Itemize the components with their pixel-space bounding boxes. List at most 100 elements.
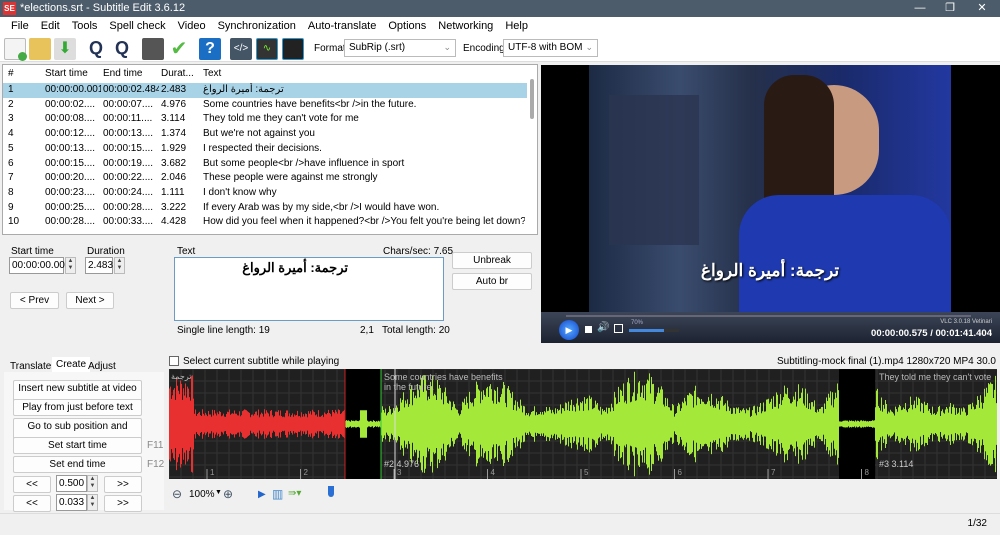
zoom-out-icon[interactable]: ⊖ — [172, 487, 182, 501]
table-row-cell: 00:00:25.... — [45, 201, 96, 213]
back-small-step-button[interactable]: << — [13, 495, 51, 512]
status-bar: 1/32 — [0, 513, 1000, 535]
start-time-spinner[interactable]: ▲ ▼ — [65, 257, 76, 274]
video-frame: ترجمة: أميرة الرواغ — [589, 65, 951, 312]
menu-options[interactable]: Options — [377, 17, 426, 35]
table-row[interactable]: 6 00:00:15.... 00:00:19.... 3.682 But some p… — [3, 157, 527, 172]
time-tick-label: 8 — [864, 468, 869, 477]
seek-bar[interactable] — [566, 315, 971, 317]
duration-spinner[interactable]: ▲ ▼ — [114, 257, 125, 274]
next-button[interactable]: Next > — [66, 292, 114, 309]
waveform-toggle-icon[interactable]: ∿ — [256, 38, 278, 60]
subtitle-text-input[interactable]: ترجمة: أميرة الرواغ — [174, 257, 444, 321]
encoding-label: Encoding — [463, 43, 505, 54]
audio-waveform[interactable]: ترجمة Some countries have benefits in th… — [169, 369, 997, 479]
table-row-cell: 00:00:23.... — [45, 186, 96, 198]
table-row-cell: If every Arab was by my side,<br />I wou… — [203, 201, 440, 213]
back-step-button[interactable]: << — [13, 476, 51, 493]
select-current-checkbox[interactable] — [169, 356, 179, 366]
tab-translate[interactable]: Translate — [10, 361, 51, 372]
grid-header-cell: # — [8, 68, 14, 79]
menu-video[interactable]: Video — [167, 17, 206, 35]
menu-synchronization[interactable]: Synchronization — [207, 17, 296, 35]
encoding-select[interactable]: UTF-8 with BOM ⌄ — [503, 39, 598, 57]
table-row-cell: 00:00:08.... — [45, 113, 96, 125]
open-icon[interactable] — [29, 38, 51, 60]
chevron-down-icon[interactable]: ▼ — [215, 489, 222, 496]
volume-slider[interactable] — [629, 329, 679, 332]
tab-adjust[interactable]: Adjust — [88, 361, 116, 372]
unbreak-button[interactable]: Unbreak — [452, 252, 532, 269]
table-row[interactable]: 5 00:00:13.... 00:00:15.... 1.929 I respecte… — [3, 142, 527, 157]
volume-icon[interactable]: 🔊 — [597, 322, 609, 333]
table-row[interactable]: 4 00:00:12.... 00:00:13.... 1.374 But we're … — [3, 127, 527, 142]
save-icon[interactable]: ⬇ — [54, 38, 76, 60]
menu-edit[interactable]: Edit — [30, 17, 60, 35]
new-icon[interactable] — [4, 38, 27, 61]
waveform-position-slider[interactable] — [328, 486, 334, 497]
minimize-button[interactable]: — — [905, 0, 935, 17]
chevron-down-icon: ⌄ — [443, 42, 451, 52]
time-tick-label: 4 — [490, 468, 495, 477]
table-row[interactable]: 8 00:00:23.... 00:00:24.... 1.111 I don't kn… — [3, 186, 527, 201]
set-start-button[interactable]: Set start time — [13, 437, 142, 454]
tab-create[interactable]: Create — [52, 357, 91, 373]
arrows-icon[interactable]: ⇛▾ — [288, 488, 301, 499]
step2-spinner[interactable]: ▲ ▼ — [87, 494, 98, 511]
scene-icon[interactable]: ▥ — [272, 487, 283, 501]
spell-check-icon[interactable]: ✔ — [168, 38, 190, 60]
table-row[interactable]: 2 00:00:02.... 00:00:07.... 4.976 Some count… — [3, 98, 527, 113]
auto-br-button[interactable]: Auto br — [452, 273, 532, 290]
maximize-button[interactable]: ❐ — [935, 0, 965, 17]
find-icon[interactable]: Q — [85, 38, 107, 60]
text-label: Text — [177, 246, 196, 257]
video-player[interactable]: ترجمة: أميرة الرواغ ▶ 🔊 70% VLC 3.0.18 V… — [541, 65, 1000, 343]
encoding-value: UTF-8 with BOM — [508, 42, 583, 53]
stop-icon[interactable] — [585, 326, 592, 333]
replace-icon[interactable]: Q — [111, 38, 133, 60]
set-end-button[interactable]: Set end time — [13, 456, 142, 473]
menu-tools[interactable]: Tools — [61, 17, 98, 35]
fwd-small-step-button[interactable]: >> — [104, 495, 142, 512]
duration-input[interactable]: 2.483 — [85, 257, 113, 274]
step1-input[interactable]: 0.500 — [56, 475, 87, 492]
fullscreen-icon[interactable] — [614, 324, 623, 333]
menu-spell-check[interactable]: Spell check — [98, 17, 165, 35]
table-row[interactable]: 3 00:00:08.... 00:00:11.... 3.114 They told … — [3, 112, 527, 127]
source-view-icon[interactable]: </> — [230, 38, 252, 60]
table-row[interactable]: 9 00:00:25.... 00:00:28.... 3.222 If every A… — [3, 201, 527, 216]
time-tick-label: 3 — [397, 468, 402, 477]
table-row-cell: I don't know why — [203, 186, 277, 198]
video-toggle-icon[interactable] — [282, 38, 304, 60]
menu-auto-translate[interactable]: Auto-translate — [297, 17, 376, 35]
table-row[interactable]: 10 00:00:28.... 00:00:33.... 4.428 How did y… — [3, 215, 527, 230]
single-line-length: Single line length: 19 — [177, 325, 270, 336]
subtitle-grid[interactable]: # Start time End time Durat... Text 1 00:00:00… — [2, 64, 538, 235]
close-button[interactable]: ✕ — [967, 0, 997, 17]
grid-scrollbar[interactable] — [530, 79, 534, 119]
menu-file[interactable]: File — [0, 17, 29, 35]
play-icon[interactable]: ▶ — [258, 489, 266, 500]
menu-networking[interactable]: Networking — [427, 17, 493, 35]
zoom-select[interactable]: 100% — [189, 489, 215, 500]
table-row[interactable]: 7 00:00:20.... 00:00:22.... 2.046 These peop… — [3, 171, 527, 186]
toolbar: ⬇ Q Q ✔ ? </> ∿ Format SubRip (.srt) ⌄ En… — [0, 35, 1000, 62]
table-row[interactable]: 1 00:00:00.001 00:00:02.484 2.483 ترجمة: أمي… — [3, 83, 527, 98]
menu-help[interactable]: Help — [494, 17, 528, 35]
step1-spinner[interactable]: ▲ ▼ — [87, 475, 98, 492]
play-icon[interactable]: ▶ — [559, 320, 579, 340]
visual-sync-icon[interactable] — [142, 38, 164, 60]
prev-button[interactable]: < Prev — [10, 292, 59, 309]
table-row-cell: 00:00:02.... — [45, 98, 96, 110]
grid-header[interactable]: # Start time End time Durat... Text — [3, 67, 527, 82]
table-row-cell: I respected their decisions. — [203, 142, 322, 154]
grid-header-cell: End time — [103, 68, 143, 79]
table-row-cell: 00:00:00.001 — [45, 84, 101, 95]
fwd-step-button[interactable]: >> — [104, 476, 142, 493]
play-before-button[interactable]: Play from just before text — [13, 399, 142, 416]
format-select[interactable]: SubRip (.srt) ⌄ — [344, 39, 456, 57]
help-icon[interactable]: ? — [199, 38, 221, 60]
start-time-input[interactable]: 00:00:00.001 — [9, 257, 70, 274]
zoom-in-icon[interactable]: ⊕ — [223, 487, 233, 501]
step2-input[interactable]: 0.033 — [56, 494, 87, 511]
